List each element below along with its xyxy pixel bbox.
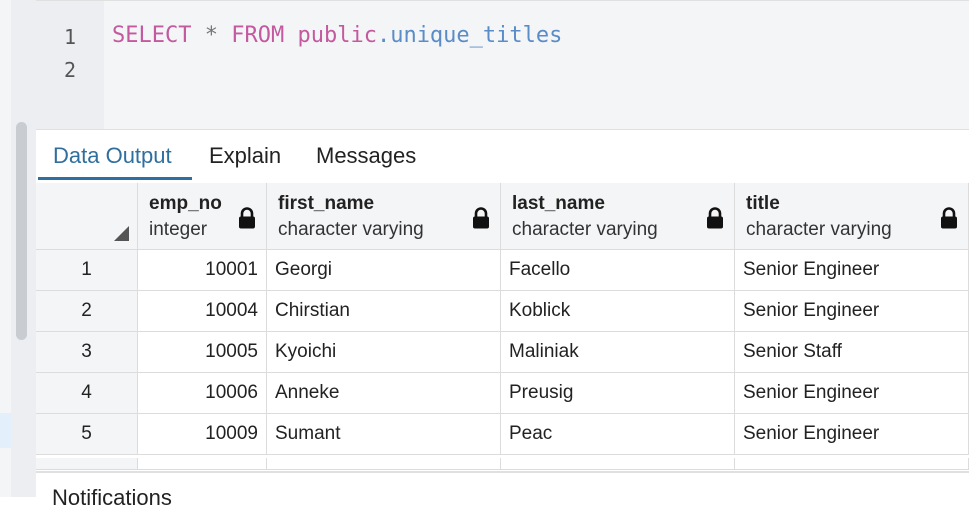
cell-last-name[interactable] xyxy=(501,458,735,470)
cell-last-name[interactable]: Koblick xyxy=(501,291,735,332)
table-row[interactable]: 4 10006 Anneke Preusig Senior Engineer xyxy=(36,373,969,414)
cell-emp-no[interactable] xyxy=(138,458,267,470)
tab-messages[interactable]: Messages xyxy=(316,143,416,169)
cell-first-name[interactable]: Sumant xyxy=(267,414,501,455)
line-number: 1 xyxy=(63,25,76,49)
column-type: integer xyxy=(149,219,208,240)
table-row[interactable]: 3 10005 Kyoichi Maliniak Senior Staff xyxy=(36,332,969,373)
notifications-label[interactable]: Notifications xyxy=(52,485,172,511)
cell-title[interactable] xyxy=(735,458,969,470)
lock-icon xyxy=(941,207,957,229)
column-name: emp_no xyxy=(149,193,222,214)
grid-corner-header[interactable] xyxy=(36,183,138,250)
table-row-partial[interactable] xyxy=(36,458,969,470)
cell-title[interactable]: Senior Engineer xyxy=(735,250,969,291)
lock-icon xyxy=(473,207,489,229)
cell-emp-no[interactable]: 10004 xyxy=(138,291,267,332)
table-row[interactable]: 5 10009 Sumant Peac Senior Engineer xyxy=(36,414,969,455)
panel-divider[interactable] xyxy=(36,471,969,473)
cell-emp-no[interactable]: 10006 xyxy=(138,373,267,414)
row-index[interactable]: 5 xyxy=(36,414,138,455)
sql-keyword-from: FROM xyxy=(231,23,285,48)
row-index[interactable]: 1 xyxy=(36,250,138,291)
corner-triangle-icon xyxy=(114,226,129,241)
cell-title[interactable]: Senior Engineer xyxy=(735,414,969,455)
row-index[interactable] xyxy=(36,458,138,470)
tab-explain[interactable]: Explain xyxy=(209,143,281,169)
column-type: character varying xyxy=(512,219,658,240)
left-panel-strip xyxy=(0,0,11,497)
cell-last-name[interactable]: Peac xyxy=(501,414,735,455)
cell-first-name[interactable]: Kyoichi xyxy=(267,332,501,373)
scrollbar-thumb[interactable] xyxy=(16,122,27,340)
cell-emp-no[interactable]: 10001 xyxy=(138,250,267,291)
line-number-gutter: 1 2 xyxy=(36,1,104,129)
active-tab-underline xyxy=(38,177,192,180)
column-name: title xyxy=(746,193,780,214)
cell-title[interactable]: Senior Engineer xyxy=(735,291,969,332)
column-header-first-name[interactable]: first_name character varying xyxy=(267,183,501,250)
output-tab-bar: Data Output Explain Messages xyxy=(36,131,969,184)
sql-keyword-select: SELECT xyxy=(112,23,192,48)
column-header-last-name[interactable]: last_name character varying xyxy=(501,183,735,250)
line-number: 2 xyxy=(63,58,76,82)
column-header-title[interactable]: title character varying xyxy=(735,183,969,250)
column-header-emp-no[interactable]: emp_no integer xyxy=(138,183,267,250)
cell-first-name[interactable]: Chirstian xyxy=(267,291,501,332)
left-panel-selected-item[interactable] xyxy=(0,413,11,448)
column-name: last_name xyxy=(512,193,605,214)
row-index[interactable]: 2 xyxy=(36,291,138,332)
column-type: character varying xyxy=(746,219,892,240)
cell-emp-no[interactable]: 10009 xyxy=(138,414,267,455)
cell-title[interactable]: Senior Staff xyxy=(735,332,969,373)
cell-last-name[interactable]: Preusig xyxy=(501,373,735,414)
row-index[interactable]: 4 xyxy=(36,373,138,414)
cell-emp-no[interactable]: 10005 xyxy=(138,332,267,373)
column-name: first_name xyxy=(278,193,375,214)
tab-data-output[interactable]: Data Output xyxy=(53,143,172,169)
column-type: character varying xyxy=(278,219,424,240)
table-row[interactable]: 2 10004 Chirstian Koblick Senior Enginee… xyxy=(36,291,969,332)
lock-icon xyxy=(239,207,255,229)
cell-title[interactable]: Senior Engineer xyxy=(735,373,969,414)
sql-editor[interactable]: 1 2 SELECT * FROM public.unique_titles xyxy=(36,0,969,130)
sql-table-name: .unique_titles xyxy=(376,23,563,48)
cell-first-name[interactable]: Anneke xyxy=(267,373,501,414)
sql-code-line[interactable]: SELECT * FROM public.unique_titles xyxy=(112,23,562,48)
sql-star: * xyxy=(204,23,218,48)
table-row[interactable]: 1 10001 Georgi Facello Senior Engineer xyxy=(36,250,969,291)
sql-schema-name: public xyxy=(297,23,377,48)
cell-last-name[interactable]: Facello xyxy=(501,250,735,291)
cell-first-name[interactable]: Georgi xyxy=(267,250,501,291)
row-index[interactable]: 3 xyxy=(36,332,138,373)
lock-icon xyxy=(707,207,723,229)
cell-last-name[interactable]: Maliniak xyxy=(501,332,735,373)
cell-first-name[interactable] xyxy=(267,458,501,470)
